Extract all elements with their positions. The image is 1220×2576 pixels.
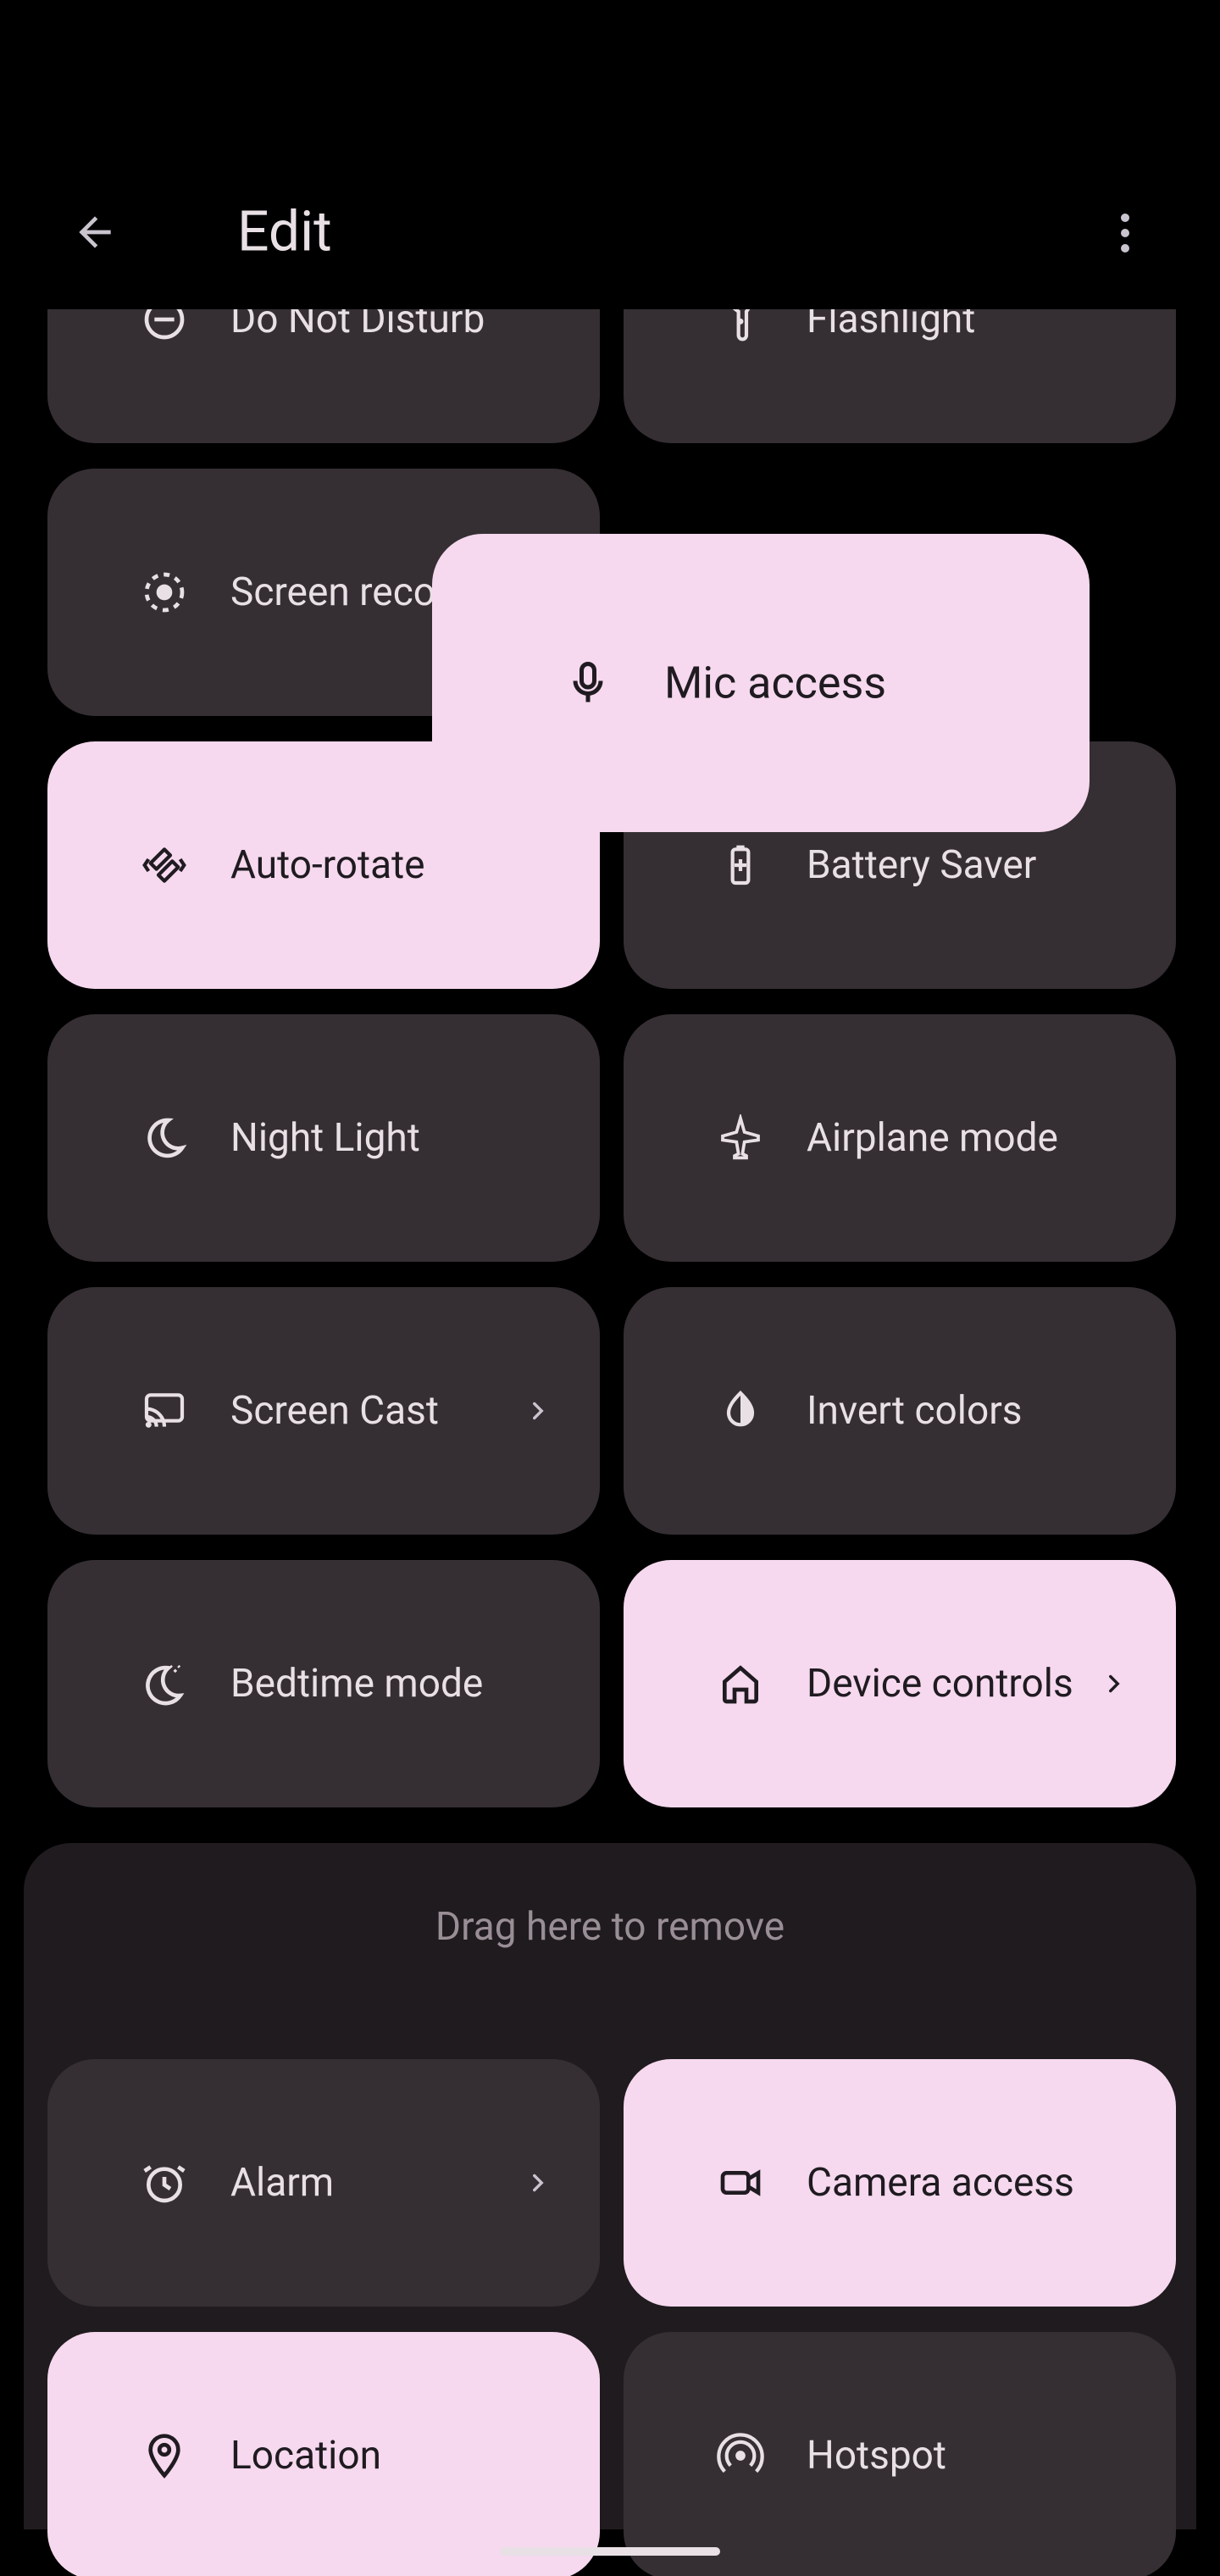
tile-label: Auto-rotate [230, 842, 425, 888]
back-button[interactable] [54, 192, 136, 273]
airplane-icon [717, 1114, 764, 1162]
back-arrow-icon [71, 208, 119, 256]
tile-label: Hotspot [807, 2433, 946, 2479]
dragging-tile-mic-access[interactable]: Mic access [432, 534, 1090, 832]
chevron-right-icon [524, 1396, 552, 1425]
tile-label: Alarm [230, 2160, 334, 2206]
tile-do-not-disturb[interactable]: Do Not Disturb [47, 309, 600, 443]
do-not-disturb-icon [141, 309, 188, 343]
tile-label: Invert colors [807, 1388, 1023, 1434]
home-icon [717, 1660, 764, 1707]
tile-label: Airplane mode [807, 1115, 1058, 1161]
auto-rotate-icon [141, 841, 188, 889]
tile-hotspot[interactable]: Hotspot [624, 2332, 1176, 2576]
tile-airplane-mode[interactable]: Airplane mode [624, 1014, 1176, 1262]
dot-icon [1121, 229, 1129, 237]
tile-invert-colors[interactable]: Invert colors [624, 1287, 1176, 1535]
camera-icon [717, 2159, 764, 2207]
tile-label: Camera access [807, 2160, 1074, 2206]
alarm-icon [141, 2159, 188, 2207]
microphone-icon [563, 658, 613, 708]
tile-camera-access[interactable]: Camera access [624, 2059, 1176, 2307]
tile-bedtime-mode[interactable]: Bedtime mode [47, 1560, 600, 1807]
gesture-nav-bar[interactable] [500, 2547, 720, 2556]
hotspot-icon [717, 2432, 764, 2479]
tile-label: Flashlight [807, 309, 975, 342]
dot-icon [1121, 244, 1129, 253]
tile-label: Night Light [230, 1115, 420, 1161]
tile-label: Battery Saver [807, 842, 1036, 888]
page-title: Edit [237, 200, 332, 265]
remove-tray[interactable]: Drag here to remove Alarm Camera access … [24, 1843, 1196, 2529]
chevron-right-icon [1100, 1669, 1128, 1698]
flashlight-icon [717, 309, 764, 343]
cast-icon [141, 1387, 188, 1435]
tile-label: Device controls [807, 1661, 1073, 1707]
bedtime-icon [141, 1660, 188, 1707]
tile-label: Mic access [664, 658, 886, 709]
tile-label: Location [230, 2433, 381, 2479]
tile-device-controls[interactable]: Device controls [624, 1560, 1176, 1807]
tile-label: Do Not Disturb [230, 309, 485, 342]
location-icon [141, 2432, 188, 2479]
chevron-right-icon [524, 2168, 552, 2197]
battery-saver-icon [717, 841, 764, 889]
tile-flashlight[interactable]: Flashlight [624, 309, 1176, 443]
tile-label: Screen Cast [230, 1388, 439, 1434]
overflow-menu-button[interactable] [1084, 192, 1166, 273]
screen-record-icon [141, 569, 188, 616]
tile-screen-cast[interactable]: Screen Cast [47, 1287, 600, 1535]
tile-label: Bedtime mode [230, 1661, 483, 1707]
tile-night-light[interactable]: Night Light [47, 1014, 600, 1262]
clipped-row: Do Not Disturb Flashlight [0, 309, 1220, 443]
tile-alarm[interactable]: Alarm [47, 2059, 600, 2307]
dot-icon [1121, 214, 1129, 222]
tile-location[interactable]: Location [47, 2332, 600, 2576]
remove-tray-hint: Drag here to remove [24, 1904, 1196, 1950]
invert-colors-icon [717, 1387, 764, 1435]
night-light-icon [141, 1114, 188, 1162]
editor-topbar: Edit [0, 156, 1220, 308]
